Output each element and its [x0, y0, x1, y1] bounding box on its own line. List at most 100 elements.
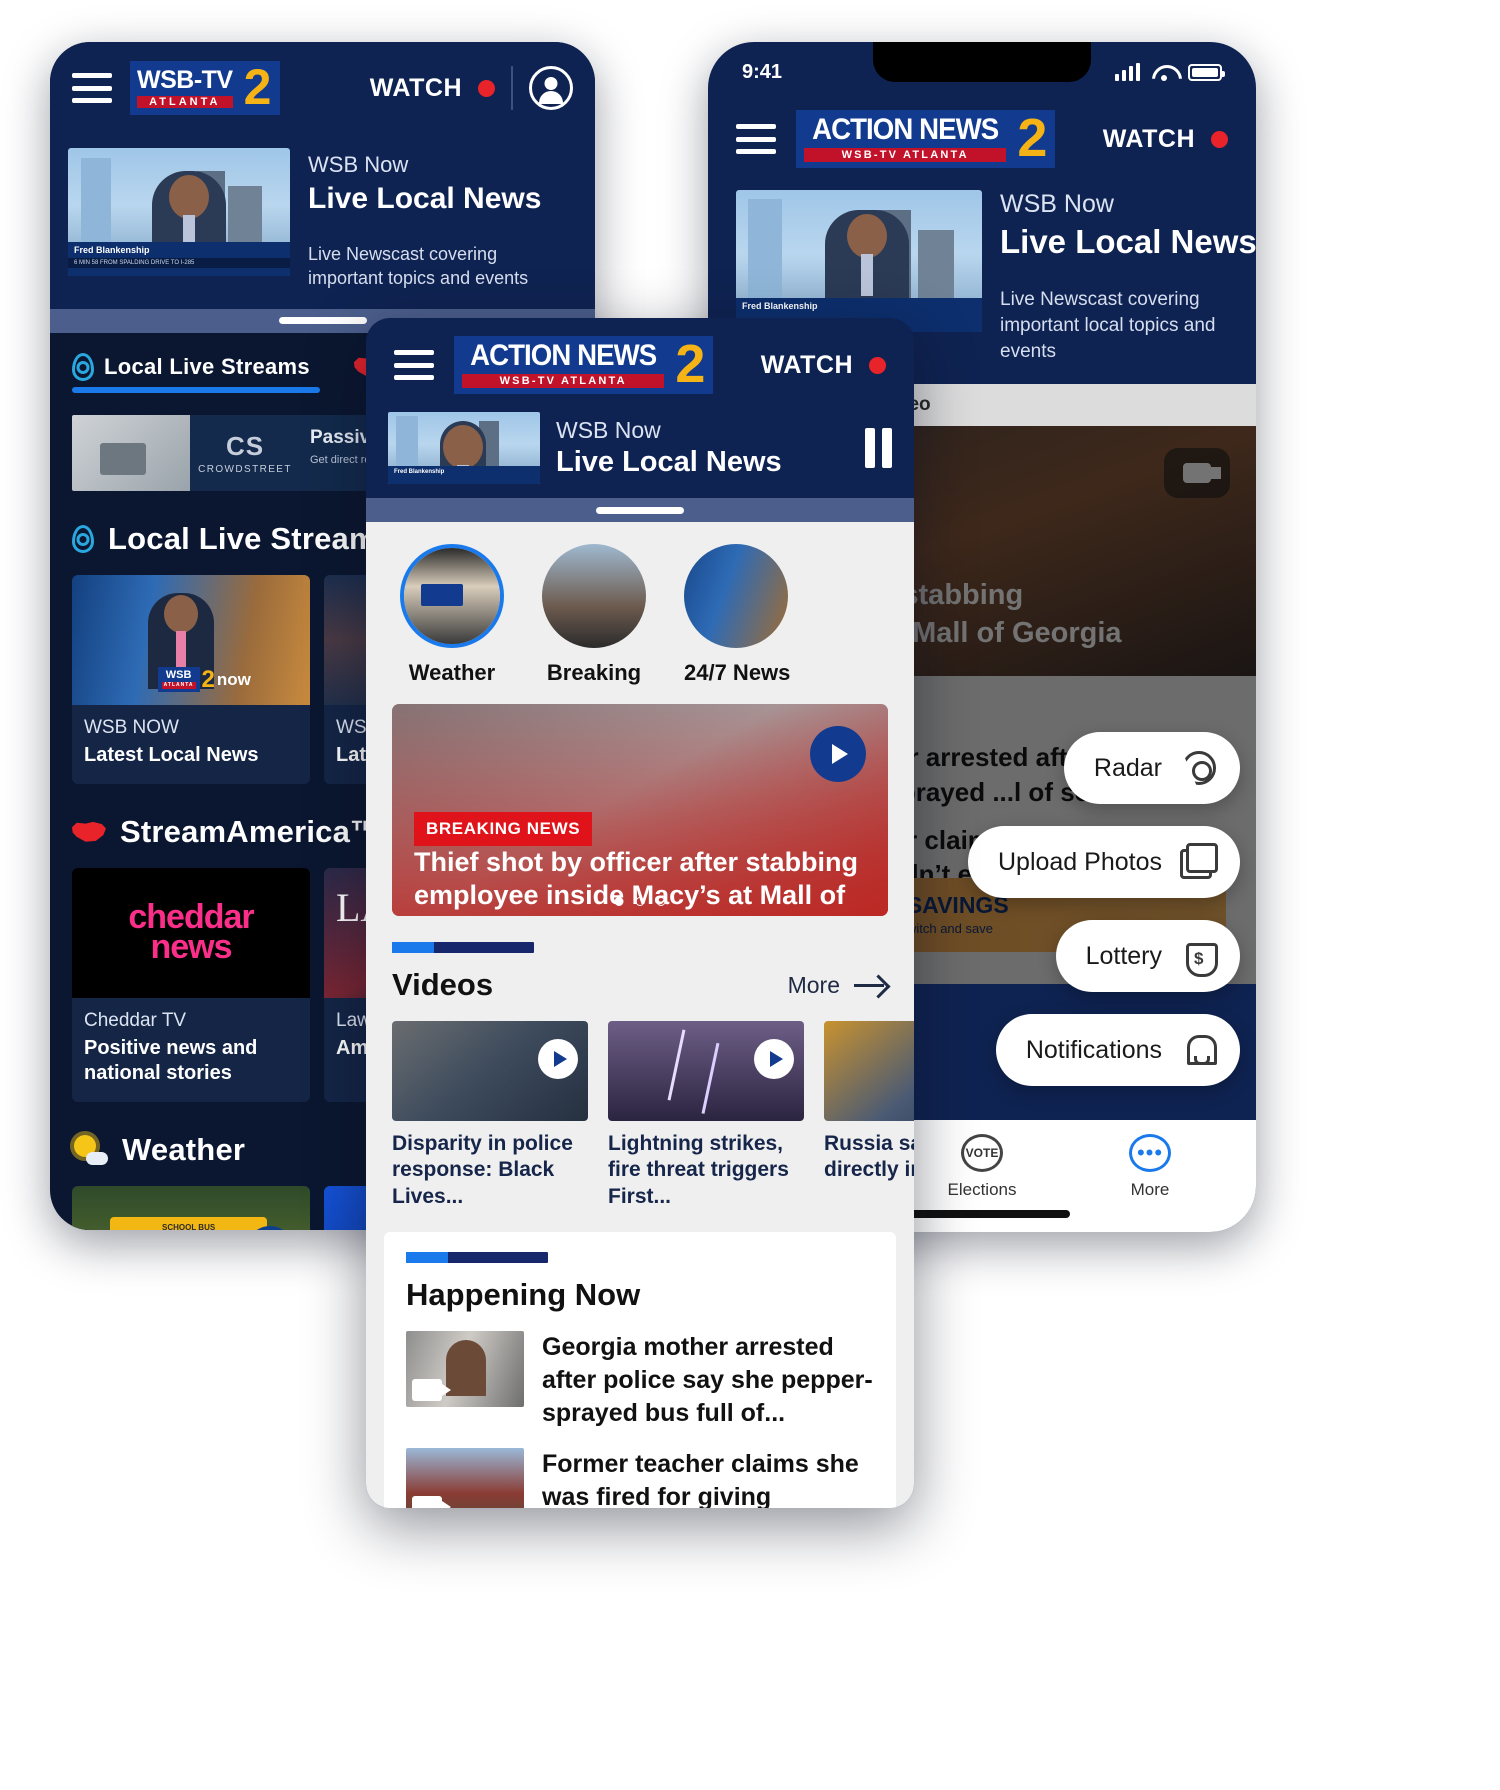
play-circle-icon[interactable] — [754, 1039, 794, 1079]
tab-local-live-streams[interactable]: Local Live Streams — [72, 352, 320, 393]
section-progress-bar — [406, 1252, 548, 1264]
list-item[interactable]: Former teacher claims she was fired for … — [406, 1448, 874, 1508]
section-title: Local Live Streams — [108, 520, 395, 556]
story-breaking[interactable]: Breaking — [542, 544, 646, 686]
videos-more-link[interactable]: More — [788, 972, 888, 999]
thumb-anchor-name: Fred Blankenship — [394, 469, 445, 475]
left-live-banner[interactable]: Fred Blankenship 6 MIN 58 FROM SPALDING … — [50, 134, 595, 309]
status-time: 9:41 — [742, 60, 783, 83]
tab-more[interactable]: More — [1066, 1134, 1234, 1200]
video-card[interactable]: Disparity in police response: Black Live… — [392, 1021, 588, 1210]
account-circle-icon[interactable] — [529, 66, 573, 110]
video-card[interactable]: Lightning strikes, fire threat triggers … — [608, 1021, 804, 1210]
center-live-banner[interactable]: Fred Blankenship WSB Now Live Local News — [366, 408, 914, 498]
list-item[interactable]: Georgia mother arrested after police say… — [406, 1331, 874, 1430]
story-weather[interactable]: Weather — [400, 544, 504, 686]
watch-control-group: WATCH — [370, 66, 573, 110]
money-bag-icon — [1178, 935, 1220, 977]
section-progress-bar — [392, 942, 534, 953]
center-app-header: ACTION NEWS WSB-TV ATLANTA 2 WATCH — [366, 318, 914, 408]
item-thumbnail — [406, 1331, 524, 1408]
fab-notifications[interactable]: Notifications — [995, 1014, 1240, 1086]
section-title: Happening Now — [406, 1277, 641, 1313]
card-thumbnail: WSB ATLANTA 2 now — [72, 574, 310, 705]
location-pin-icon — [72, 352, 94, 381]
live-banner-text: WSB Now Live Local News Live Newscast co… — [1000, 190, 1256, 364]
live-indicator-icon — [869, 356, 886, 374]
story-247-news[interactable]: 24/7 News — [684, 544, 790, 686]
live-kicker: WSB Now — [308, 152, 409, 177]
breaking-news-card[interactable]: BREAKING NEWS Thief shot by officer afte… — [392, 704, 888, 916]
photo-upload-icon — [1178, 841, 1220, 883]
video-card[interactable]: Russia says directly in — [824, 1021, 914, 1210]
tab-label: Local Live Streams — [104, 353, 310, 379]
tab-label: More — [1130, 1180, 1170, 1199]
live-description: Live Newscast covering important local t… — [1000, 289, 1216, 362]
video-resize-handle[interactable] — [366, 498, 914, 522]
more-dots-icon — [1129, 1134, 1171, 1172]
story-label: Breaking — [546, 660, 642, 685]
card-title: Latest Local News — [84, 743, 259, 766]
mockup-stage: WSB-TV ATLANTA 2 WATCH Fred Blankenship … — [0, 0, 1500, 1790]
radar-icon — [1178, 747, 1220, 789]
watch-button[interactable]: WATCH — [1103, 125, 1195, 154]
live-thumbnail[interactable]: Fred Blankenship — [736, 190, 982, 332]
more-label: More — [787, 971, 840, 998]
hamburger-icon[interactable] — [72, 73, 112, 103]
logo-line2: WSB-TV ATLANTA — [804, 147, 1007, 162]
logo-channel: 2 — [239, 61, 281, 115]
watch-button[interactable]: WATCH — [370, 74, 462, 103]
fab-lottery[interactable]: Lottery — [1055, 920, 1240, 992]
live-banner-text: WSB Now Live Local News — [556, 417, 782, 479]
arrow-right-icon — [854, 975, 888, 995]
watch-button[interactable]: WATCH — [761, 351, 853, 380]
action-news-logo[interactable]: ACTION NEWS WSB-TV ATLANTA 2 — [454, 336, 714, 394]
logo-callsign: WSB-TV — [137, 66, 233, 94]
wsb-tv-logo[interactable]: WSB-TV ATLANTA 2 — [130, 61, 281, 115]
wsb2now-badge: WSB ATLANTA 2 now — [157, 667, 251, 693]
play-circle-icon[interactable] — [538, 1039, 578, 1079]
center-content-area: Weather Breaking 24/7 News BREAKING NEWS… — [366, 522, 914, 1508]
tab-elections[interactable]: Elections — [898, 1134, 1066, 1200]
fab-label: Upload Photos — [997, 847, 1162, 876]
video-caption: Russia says directly in — [824, 1132, 914, 1182]
hamburger-icon[interactable] — [736, 124, 776, 154]
live-indicator-icon — [478, 79, 495, 97]
live-title: Live Local News — [1000, 223, 1256, 260]
video-badge-icon — [412, 1496, 451, 1508]
home-indicator — [894, 1210, 1070, 1218]
sun-cloud-icon — [72, 1134, 108, 1166]
play-circle-icon[interactable] — [810, 726, 866, 782]
videos-carousel[interactable]: Disparity in police response: Black Live… — [366, 1003, 914, 1210]
stream-card[interactable]: cheddar news Cheddar TV Positive news and… — [72, 867, 310, 1102]
fab-upload-photos[interactable]: Upload Photos — [967, 826, 1240, 898]
carousel-dots[interactable] — [614, 897, 666, 906]
live-title: Live Local News — [556, 446, 782, 478]
live-thumbnail[interactable]: Fred Blankenship — [388, 412, 540, 484]
pause-icon[interactable] — [865, 428, 892, 468]
stream-card[interactable]: WSB ATLANTA 2 now WSB NOW Latest Local News — [72, 574, 310, 784]
fab-label: Notifications — [1025, 1035, 1162, 1064]
live-description: Live Newscast covering important topics … — [308, 244, 529, 289]
section-title: Weather — [122, 1131, 246, 1167]
action-news-logo[interactable]: ACTION NEWS WSB-TV ATLANTA 2 — [796, 110, 1056, 168]
fab-radar[interactable]: Radar — [1063, 732, 1240, 804]
hamburger-icon[interactable] — [394, 350, 434, 380]
fab-label: Radar — [1093, 753, 1162, 782]
logo-line1: ACTION NEWS — [812, 113, 999, 147]
story-thumbnail — [400, 544, 504, 648]
fab-label: Lottery — [1085, 941, 1162, 970]
floating-action-menu: Radar Upload Photos Lottery Notification… — [967, 732, 1240, 1086]
logo-channel: 2 — [1014, 110, 1056, 168]
logo-line2: WSB-TV ATLANTA — [462, 373, 665, 388]
section-title: Videos — [392, 967, 494, 1002]
left-app-header: WSB-TV ATLANTA 2 WATCH — [50, 42, 595, 134]
video-caption: Disparity in police response: Black Live… — [392, 1132, 573, 1208]
live-thumbnail[interactable]: Fred Blankenship 6 MIN 58 FROM SPALDING … — [68, 148, 290, 276]
weather-card[interactable] — [72, 1185, 310, 1230]
happening-now-card: Happening Now Georgia mother arrested af… — [384, 1232, 896, 1508]
item-thumbnail — [406, 1448, 524, 1508]
item-text: Former teacher claims she was fired for … — [542, 1450, 859, 1508]
cellular-signal-icon — [1115, 63, 1140, 81]
video-thumbnail — [824, 1021, 914, 1121]
